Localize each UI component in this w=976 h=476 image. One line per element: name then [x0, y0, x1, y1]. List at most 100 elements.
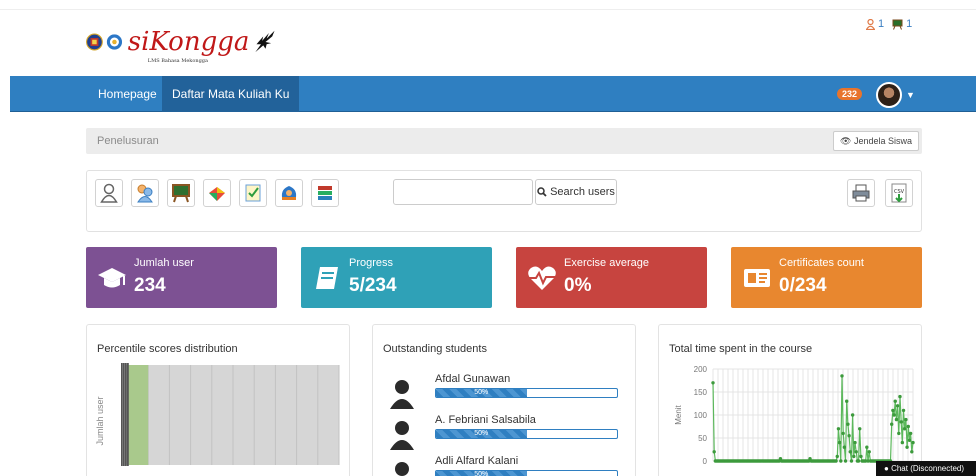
- books-icon: [318, 186, 332, 200]
- card-value: 5/234: [349, 275, 397, 296]
- card-label: Jumlah user: [134, 257, 194, 269]
- student-view-button[interactable]: 👁 Jendela Siswa: [833, 131, 919, 151]
- panel-title: Outstanding students: [383, 343, 487, 355]
- tool-skills[interactable]: [203, 179, 231, 207]
- logo-text: siKongga LMS Bahasa Mekongga: [127, 27, 250, 64]
- data-point: [856, 459, 861, 463]
- student-avatar-icon: [390, 380, 414, 409]
- data-point: [893, 399, 897, 403]
- panel-time-spent: Total time spent in the course 200 150 100…: [658, 324, 922, 476]
- card-total-users: Jumlah user 234: [86, 247, 277, 308]
- data-point: [835, 454, 839, 459]
- data-point: [852, 454, 856, 459]
- book-icon: [316, 267, 338, 289]
- search-icon: [537, 187, 547, 197]
- user-mark: [121, 363, 123, 466]
- skills-icon: [209, 187, 225, 201]
- data-point: [906, 424, 910, 429]
- card-label: Certificates count: [779, 257, 864, 269]
- card-value: 0%: [564, 275, 592, 296]
- tool-users[interactable]: [95, 179, 123, 207]
- percentile-chart: Jumlah user: [95, 363, 340, 466]
- chat-dot-icon: ●: [884, 464, 889, 473]
- data-point: [842, 445, 847, 449]
- student-row[interactable]: A. Febriani Salsabila 50%: [387, 414, 619, 454]
- tool-teachers[interactable]: [167, 179, 195, 207]
- data-point: [905, 445, 909, 449]
- export-csv-button[interactable]: CSV: [885, 179, 913, 207]
- search-button-label: Search users: [550, 186, 615, 198]
- tool-groups[interactable]: [131, 179, 159, 207]
- chat-label: Chat (Disconnected): [891, 464, 964, 473]
- user-icon: [100, 183, 118, 203]
- group-icon: [137, 184, 153, 203]
- chevron-down-icon[interactable]: ▼: [906, 90, 915, 100]
- data-point: [899, 420, 903, 424]
- graduation-cap-icon: [98, 268, 126, 288]
- user-mark: [127, 363, 129, 466]
- tool-courses[interactable]: [275, 179, 303, 207]
- eagle-icon: [255, 30, 275, 53]
- print-icon: [852, 184, 870, 202]
- student-view-label: Jendela Siswa: [853, 136, 912, 146]
- data-point: [891, 408, 895, 413]
- chat-status[interactable]: ● Chat (Disconnected): [876, 461, 976, 476]
- data-point: [850, 413, 855, 417]
- nav-my-courses[interactable]: Daftar Mata Kuliah Ku: [162, 76, 300, 112]
- search-users-input[interactable]: [393, 179, 533, 205]
- user-mark: [123, 363, 125, 466]
- card-label: Exercise average: [564, 257, 649, 269]
- notification-badge[interactable]: 232: [837, 88, 863, 100]
- data-point: [711, 381, 715, 385]
- card-value: 234: [134, 275, 166, 296]
- data-point: [839, 459, 843, 463]
- data-point: [858, 427, 862, 431]
- panel-outstanding-students: Outstanding students Afdal Gunawan 50% A. …: [372, 324, 636, 476]
- breadcrumb: Penelusuran 👁 Jendela Siswa: [86, 128, 922, 154]
- y-tick-label: 50: [698, 434, 707, 443]
- data-point: [892, 413, 896, 417]
- print-button[interactable]: [847, 179, 875, 207]
- time-chart: 200 150 100 50 0 Menit: [674, 365, 915, 466]
- exercise-icon: [245, 184, 261, 202]
- y-axis-label: Jumlah user: [95, 396, 105, 445]
- data-point: [854, 450, 858, 454]
- site-logo[interactable]: siKongga LMS Bahasa Mekongga: [86, 18, 276, 66]
- data-point: [910, 450, 914, 454]
- courses-online[interactable]: 1: [892, 18, 912, 30]
- tool-exercises[interactable]: [239, 179, 267, 207]
- y-axis-label: Menit: [674, 404, 683, 424]
- panel-title: Total time spent in the course: [669, 343, 813, 355]
- users-online[interactable]: 1: [866, 18, 884, 30]
- y-tick-label: 200: [694, 365, 708, 374]
- user-mark: [125, 363, 127, 466]
- users-count: 1: [878, 18, 885, 30]
- data-point: [848, 450, 852, 454]
- data-point: [836, 427, 841, 431]
- y-tick-label: 100: [694, 411, 708, 420]
- data-point: [867, 450, 871, 454]
- user-avatar[interactable]: [876, 82, 902, 108]
- data-point: [849, 459, 854, 463]
- card-progress: Progress 5/234: [301, 247, 492, 308]
- card-value: 0/234: [779, 275, 827, 296]
- student-avatar-icon: [395, 462, 409, 476]
- eye-icon: 👁: [840, 136, 852, 146]
- data-point: [900, 440, 905, 445]
- data-point: [894, 417, 899, 422]
- logo-subtitle: LMS Bahasa Mekongga: [147, 58, 208, 64]
- student-row[interactable]: Adli Alfard Kalani 50%: [387, 455, 619, 476]
- blackboard-icon: [172, 184, 190, 203]
- data-point: [846, 422, 850, 426]
- data-point: [911, 440, 915, 445]
- data-point: [903, 427, 907, 431]
- csv-icon: CSV: [891, 183, 907, 203]
- breadcrumb-current: Penelusuran: [97, 135, 159, 147]
- student-row[interactable]: Afdal Gunawan 50%: [387, 373, 619, 413]
- data-point: [895, 404, 900, 408]
- search-users-button[interactable]: Search users: [535, 179, 617, 205]
- tool-sessions[interactable]: [311, 179, 339, 207]
- nav-homepage[interactable]: Homepage: [88, 76, 167, 112]
- data-point: [837, 440, 842, 445]
- data-point: [904, 417, 908, 422]
